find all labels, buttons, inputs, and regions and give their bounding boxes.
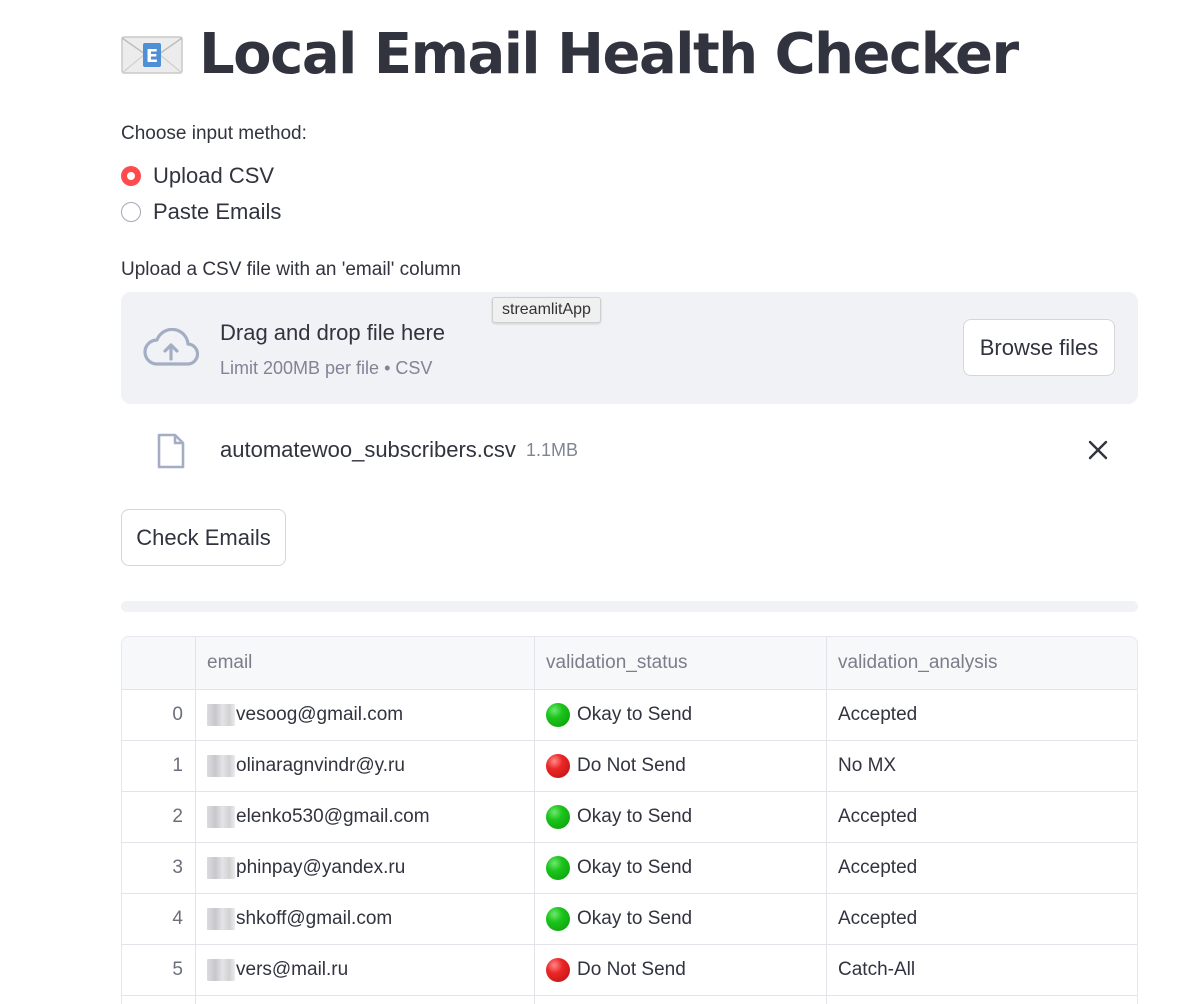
page-title: Local Email Health Checker <box>199 22 1019 87</box>
status-cell <box>535 996 827 1004</box>
file-dropzone[interactable]: Drag and drop file here Limit 200MB per … <box>121 292 1138 404</box>
table-row[interactable]: 1 olinaragnvindr@y.ru Do Not Send No MX <box>122 741 1137 792</box>
uploaded-file-row: automatewoo_subscribers.csv 1.1MB <box>121 425 1138 477</box>
svg-text:E: E <box>146 46 158 67</box>
radio-paste-emails-label: Paste Emails <box>153 199 282 224</box>
table-row[interactable]: 5 vers@mail.ru Do Not Send Catch-All <box>122 945 1137 996</box>
email-cell: phinpay@yandex.ru <box>196 843 535 893</box>
column-header-email[interactable]: email <box>196 637 535 689</box>
row-index: 4 <box>122 894 196 944</box>
cloud-upload-icon <box>143 327 200 373</box>
status-cell: Okay to Send <box>535 843 827 893</box>
results-table: email validation_status validation_analy… <box>121 636 1138 1004</box>
status-cell: Okay to Send <box>535 894 827 944</box>
analysis-cell: Catch-All <box>838 959 916 980</box>
row-index: 3 <box>122 843 196 893</box>
analysis-cell: Accepted <box>838 806 918 827</box>
status-text: Okay to Send <box>577 806 693 827</box>
check-emails-button[interactable]: Check Emails <box>121 509 286 566</box>
email-text: olinaragnvindr@y.ru <box>236 755 405 776</box>
red-circle-icon <box>546 754 570 778</box>
row-index <box>122 996 196 1004</box>
email-cell: olinaragnvindr@y.ru <box>196 741 535 791</box>
row-index: 5 <box>122 945 196 995</box>
green-circle-icon <box>546 703 570 727</box>
status-text: Do Not Send <box>577 755 686 776</box>
analysis-cell: Accepted <box>838 857 918 878</box>
row-index: 2 <box>122 792 196 842</box>
redaction-mask <box>207 806 235 828</box>
redaction-mask <box>207 908 235 930</box>
status-text: Okay to Send <box>577 908 693 929</box>
file-name: automatewoo_subscribers.csv <box>220 437 516 462</box>
file-size: 1.1MB <box>526 440 579 460</box>
radio-paste-emails[interactable]: Paste Emails <box>121 199 281 225</box>
file-icon <box>156 433 186 474</box>
close-icon[interactable] <box>1087 439 1109 466</box>
radio-upload-csv-label: Upload CSV <box>153 163 275 188</box>
table-header: email validation_status validation_analy… <box>122 637 1137 690</box>
column-header-index <box>122 637 196 689</box>
green-circle-icon <box>546 856 570 880</box>
browse-files-button[interactable]: Browse files <box>963 319 1115 376</box>
email-cell: shkoff@gmail.com <box>196 894 535 944</box>
column-header-status[interactable]: validation_status <box>535 637 827 689</box>
redaction-mask <box>207 857 235 879</box>
email-cell <box>196 996 535 1004</box>
tooltip: streamlitApp <box>492 297 601 323</box>
radio-upload-csv[interactable]: Upload CSV <box>121 163 274 189</box>
uploader-label: Upload a CSV file with an 'email' column <box>121 259 461 280</box>
status-text: Okay to Send <box>577 704 693 725</box>
redaction-mask <box>207 959 235 981</box>
email-text: phinpay@yandex.ru <box>236 857 406 878</box>
table-row[interactable]: 4 shkoff@gmail.com Okay to Send Accepted <box>122 894 1137 945</box>
green-circle-icon <box>546 805 570 829</box>
status-cell: Okay to Send <box>535 792 827 842</box>
status-text: Do Not Send <box>577 959 686 980</box>
table-row[interactable] <box>122 996 1137 1004</box>
row-index: 0 <box>122 690 196 740</box>
radio-selected-icon[interactable] <box>121 166 141 186</box>
red-circle-icon <box>546 958 570 982</box>
status-text: Okay to Send <box>577 857 693 878</box>
radio-unselected-icon[interactable] <box>121 202 141 222</box>
progress-bar <box>121 601 1138 612</box>
redaction-mask <box>207 755 235 777</box>
table-row[interactable]: 3 phinpay@yandex.ru Okay to Send Accepte… <box>122 843 1137 894</box>
email-text: vesoog@gmail.com <box>236 704 404 725</box>
email-text: elenko530@gmail.com <box>236 806 430 827</box>
email-cell: elenko530@gmail.com <box>196 792 535 842</box>
analysis-cell: No MX <box>838 755 897 776</box>
status-cell: Okay to Send <box>535 690 827 740</box>
dropzone-title: Drag and drop file here <box>220 320 446 345</box>
email-text: vers@mail.ru <box>236 959 349 980</box>
dropzone-subtitle: Limit 200MB per file • CSV <box>220 358 433 378</box>
email-cell: vesoog@gmail.com <box>196 690 535 740</box>
app-page: E Local Email Health Checker Choose inpu… <box>0 0 1200 1004</box>
analysis-cell: Accepted <box>838 704 918 725</box>
row-index: 1 <box>122 741 196 791</box>
status-cell: Do Not Send <box>535 741 827 791</box>
analysis-cell: Accepted <box>838 908 918 929</box>
green-circle-icon <box>546 907 570 931</box>
table-row[interactable]: 0 vesoog@gmail.com Okay to Send Accepted <box>122 690 1137 741</box>
email-text: shkoff@gmail.com <box>236 908 393 929</box>
email-cell: vers@mail.ru <box>196 945 535 995</box>
analysis-cell <box>827 996 1137 1004</box>
column-header-analysis[interactable]: validation_analysis <box>827 637 1137 689</box>
status-cell: Do Not Send <box>535 945 827 995</box>
title-row: E Local Email Health Checker <box>121 22 1019 88</box>
envelope-icon: E <box>121 35 183 75</box>
table-row[interactable]: 2 elenko530@gmail.com Okay to Send Accep… <box>122 792 1137 843</box>
input-method-label: Choose input method: <box>121 123 307 144</box>
redaction-mask <box>207 704 235 726</box>
